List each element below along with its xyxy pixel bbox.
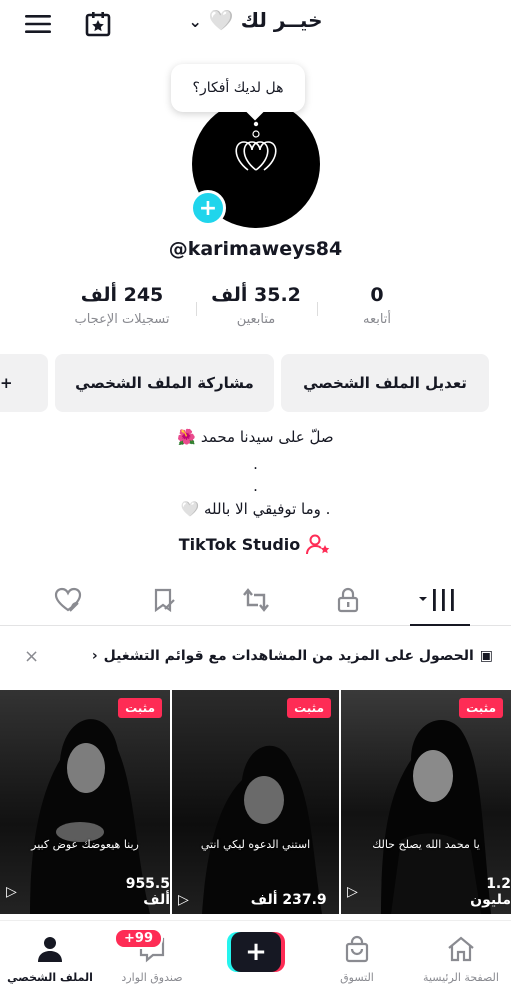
bio-line: . وما توفيقي الا بالله 🤍 <box>180 500 331 518</box>
followers-count: 35.2 ألف <box>211 284 301 306</box>
pinned-badge: مثبت <box>118 698 162 718</box>
video-tile[interactable]: مثبت استني الدعوه ليكي انتي ▷ 237.9 ألف <box>172 690 339 914</box>
username: @karimaweys84 <box>168 238 343 260</box>
thoughts-bubble[interactable]: هل لديك أفكار؟ <box>171 64 305 112</box>
heart-hidden-icon <box>54 587 82 612</box>
view-count: ▷ 955.5 ألف <box>6 876 170 908</box>
chevron-left-icon: ‹ <box>91 648 98 664</box>
video-caption: يا محمد الله يصلح حالك <box>372 838 480 851</box>
tiktok-studio-link[interactable]: TikTok Studio <box>0 533 511 555</box>
grid-videos-icon <box>419 589 454 611</box>
home-icon <box>448 936 474 962</box>
play-icon: ▷ <box>6 884 17 900</box>
tab-private[interactable] <box>328 584 368 616</box>
lock-icon <box>337 587 359 613</box>
video-tile[interactable]: مثبت ربنا هيعوضك عوض كبير ▷ 955.5 ألف <box>0 690 170 914</box>
video-tile[interactable]: مثبت يا محمد الله يصلح حالك ▷ 1.2 مليون <box>341 690 511 914</box>
view-count: ▷ 237.9 ألف <box>178 892 327 908</box>
playlist-banner[interactable]: ▣ الحصول على المزيد من المشاهدات مع قوائ… <box>0 636 511 680</box>
view-count: ▷ 1.2 مليون <box>347 876 511 908</box>
account-switcher[interactable]: خيــر لك 🤍 ⌄ <box>150 8 361 32</box>
profile-tabs <box>0 572 511 626</box>
nav-profile-label: الملف الشخصي <box>7 971 93 984</box>
hamburger-icon[interactable] <box>22 10 54 38</box>
tiktok-studio-label: TikTok Studio <box>178 534 301 554</box>
nav-shop-label: التسوق <box>340 971 374 984</box>
add-friends-button[interactable]: + <box>0 354 48 412</box>
bio-line: صلّ على سيدنا محمد 🌺 <box>177 428 334 446</box>
person-icon <box>38 937 62 962</box>
share-profile-button[interactable]: مشاركة الملف الشخصي <box>55 354 274 412</box>
likes-stat[interactable]: 245 ألف تسجيلات الإعجاب <box>62 284 182 327</box>
bookmark-hidden-icon <box>154 588 175 613</box>
followers-label: متابعين <box>236 312 276 327</box>
followers-stat[interactable]: 35.2 ألف متابعين <box>196 284 316 327</box>
create-button[interactable]: + <box>227 932 285 972</box>
pinned-badge: مثبت <box>287 698 331 718</box>
tab-liked[interactable] <box>48 584 88 616</box>
active-tab-indicator <box>410 624 470 626</box>
nav-shop[interactable]: التسوق <box>307 935 407 984</box>
view-count-value: 1.2 مليون <box>470 876 511 908</box>
following-label: أتابعه <box>362 312 392 327</box>
playlist-banner-text: الحصول على المزيد من المشاهدات مع قوائم … <box>103 648 474 664</box>
account-name: خيــر لك 🤍 <box>208 8 323 32</box>
following-count: 0 <box>370 284 384 306</box>
calendar-star-icon[interactable] <box>82 8 114 40</box>
thoughts-bubble-text: هل لديك أفكار؟ <box>192 80 284 96</box>
stat-divider <box>196 302 197 316</box>
inbox-badge: +99 <box>114 928 163 949</box>
shopping-bag-icon <box>345 935 369 963</box>
nav-inbox-label: صندوق الوارد <box>121 971 183 984</box>
video-caption: استني الدعوه ليكي انتي <box>200 838 311 851</box>
play-icon: ▷ <box>347 884 358 900</box>
view-count-value: 955.5 ألف <box>125 876 170 908</box>
video-thumbnail <box>202 745 322 914</box>
nav-home[interactable]: الصفحة الرئيسية <box>411 935 511 984</box>
playlist-icon: ▣ <box>479 648 493 664</box>
play-icon: ▷ <box>178 892 189 908</box>
plus-icon: + <box>231 932 281 972</box>
following-stat[interactable]: 0 أتابعه <box>317 284 437 327</box>
video-caption: ربنا هيعوضك عوض كبير <box>31 838 139 851</box>
top-bar: خيــر لك 🤍 ⌄ <box>0 0 511 48</box>
stat-divider <box>317 302 318 316</box>
view-count-value: 237.9 ألف <box>250 892 327 908</box>
chevron-down-icon: ⌄ <box>188 12 202 31</box>
repost-icon <box>243 588 269 612</box>
pinned-badge: مثبت <box>459 698 503 718</box>
creator-star-icon <box>306 534 330 555</box>
nav-profile[interactable]: الملف الشخصي <box>0 935 100 984</box>
likes-label: تسجيلات الإعجاب <box>74 312 170 327</box>
add-avatar-button[interactable]: + <box>190 190 226 226</box>
tab-favorites[interactable] <box>145 584 185 616</box>
close-icon[interactable]: × <box>24 646 39 667</box>
nav-home-label: الصفحة الرئيسية <box>423 971 499 984</box>
bio-line: . <box>253 477 258 495</box>
tab-videos[interactable] <box>418 584 458 616</box>
playlist-banner-label: ▣ الحصول على المزيد من المشاهدات مع قوائ… <box>92 648 493 664</box>
tab-reposts[interactable] <box>236 584 276 616</box>
likes-count: 245 ألف <box>80 284 164 306</box>
edit-profile-button[interactable]: تعديل الملف الشخصي <box>281 354 489 412</box>
bio-line: . <box>253 455 258 473</box>
